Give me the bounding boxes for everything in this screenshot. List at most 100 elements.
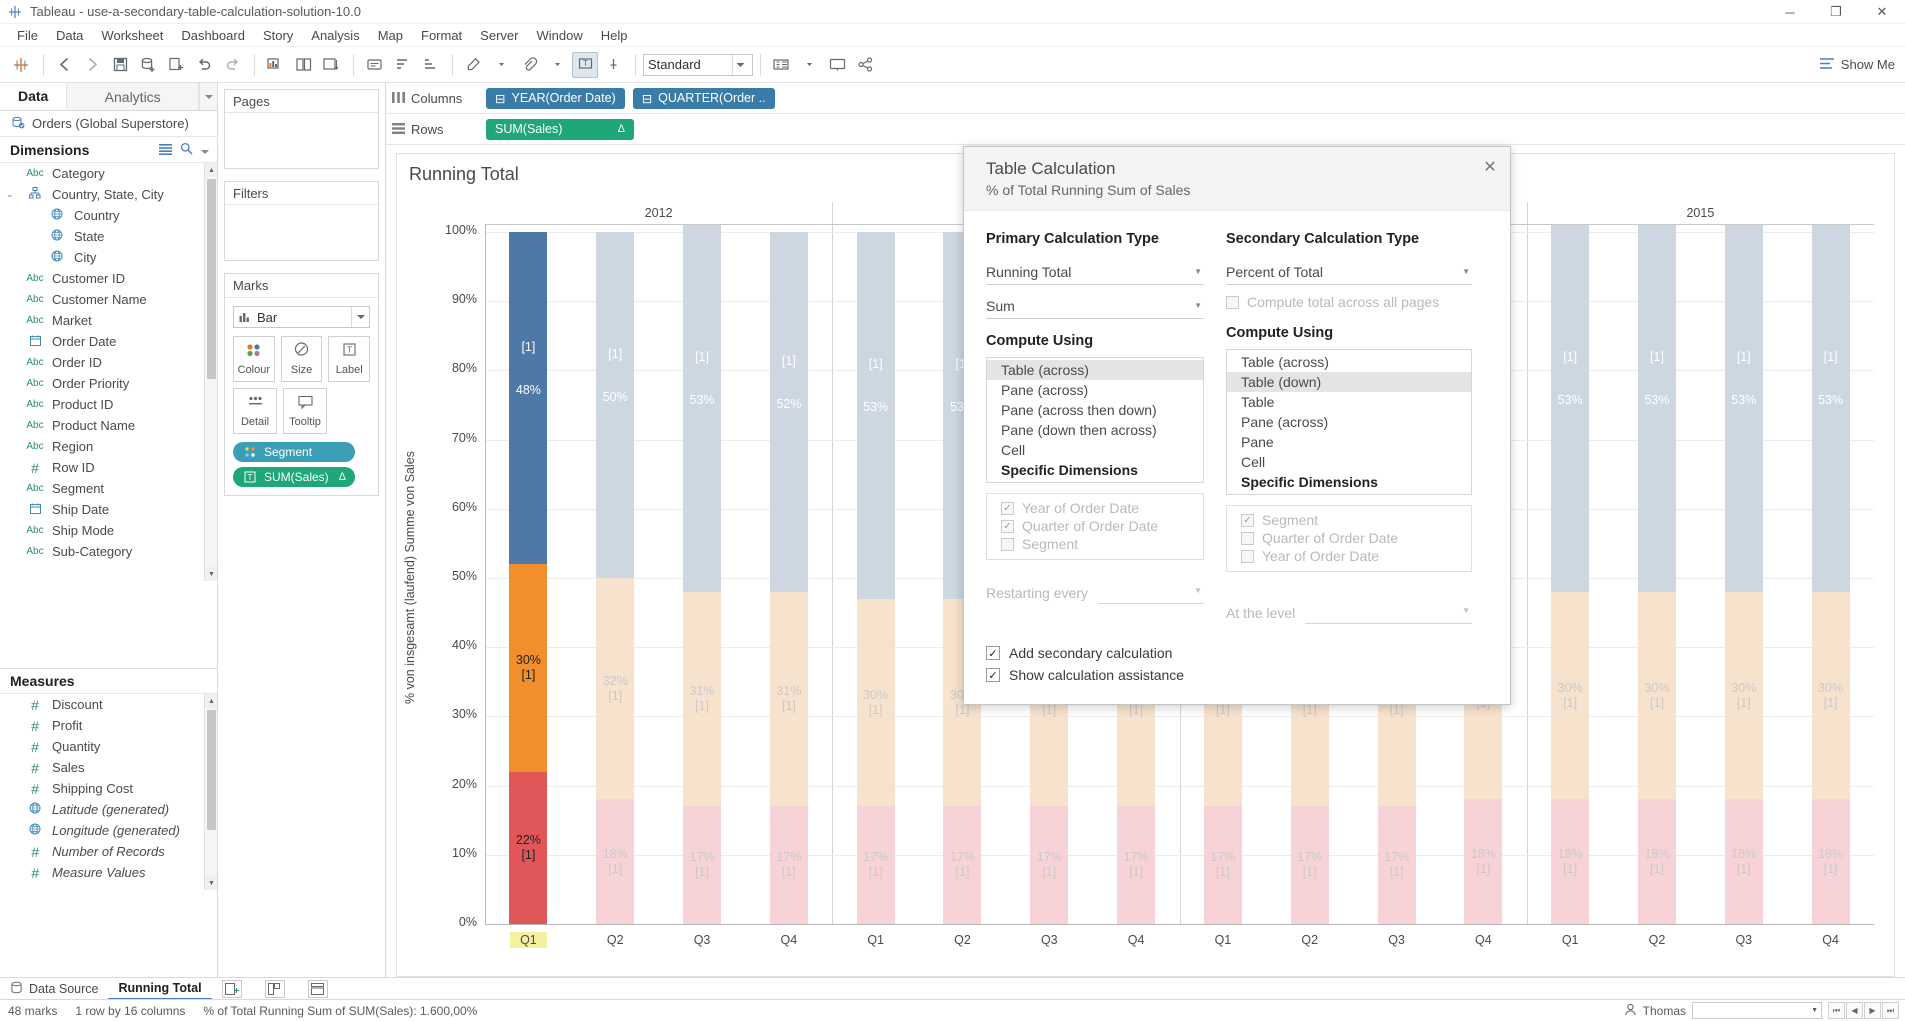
new-worksheet-tab-button[interactable] xyxy=(212,978,255,1000)
scrollbar-thumb[interactable] xyxy=(207,179,216,379)
bar-segment[interactable]: 18%[1] xyxy=(1464,799,1502,924)
marks-type-dropdown[interactable]: Bar xyxy=(233,306,370,328)
scroll-down-icon[interactable]: ▼ xyxy=(205,567,217,581)
x-axis-tick-Q2-5[interactable]: Q2 xyxy=(919,932,1006,948)
mark-pill-sum-sales[interactable]: T SUM(Sales) Δ xyxy=(233,467,355,487)
columns-pill-year-order-date[interactable]: ⊟ YEAR(Order Date) xyxy=(486,88,625,109)
bar-segment[interactable]: 30%[1] xyxy=(509,564,547,772)
bar-segment[interactable]: 31%[1] xyxy=(770,592,808,807)
status-select-dropdown[interactable]: ▼ xyxy=(1692,1002,1822,1019)
x-axis-tick-Q1-4[interactable]: Q1 xyxy=(832,932,919,948)
primary-aggregation-dropdown[interactable]: Sum ▼ xyxy=(986,293,1204,319)
nav-last-icon[interactable]: ⏭ xyxy=(1882,1002,1899,1019)
tooltip-button[interactable]: Tooltip xyxy=(283,388,327,434)
save-icon[interactable] xyxy=(107,52,133,78)
dimension-field-category[interactable]: AbcCategory xyxy=(0,163,217,184)
bar-segment[interactable]: 53%[1] xyxy=(683,225,721,592)
minimize-button[interactable]: ─ xyxy=(1767,0,1813,24)
show-labels-icon[interactable] xyxy=(361,52,387,78)
dimension-field-country[interactable]: Country xyxy=(0,205,217,226)
x-axis-tick-Q3-6[interactable]: Q3 xyxy=(1006,932,1093,948)
bar-segment[interactable]: 18%[1] xyxy=(1725,799,1763,924)
chevron-down-icon[interactable]: ▼ xyxy=(1462,267,1470,276)
x-axis-tick-Q4-7[interactable]: Q4 xyxy=(1093,932,1180,948)
scroll-up-icon[interactable]: ▲ xyxy=(205,163,217,177)
tooltip-toggle-icon[interactable]: T xyxy=(572,52,598,78)
secondary-compute-using-list[interactable]: Table (across)Table (down)TablePane (acr… xyxy=(1226,349,1472,495)
redo-icon[interactable] xyxy=(219,52,245,78)
pages-dropzone[interactable] xyxy=(225,112,378,168)
bar-segment[interactable]: 30%[1] xyxy=(1551,592,1589,800)
secondary-compute-using-option-table-across[interactable]: Table (across) xyxy=(1227,352,1471,372)
x-axis-tick-Q1-12[interactable]: Q1 xyxy=(1527,932,1614,948)
menu-file[interactable]: File xyxy=(8,26,47,45)
menu-format[interactable]: Format xyxy=(412,26,471,45)
dimension-field-country-state-city[interactable]: ⌄Country, State, City xyxy=(0,184,217,205)
add-secondary-calculation-checkbox[interactable]: Add secondary calculation xyxy=(986,642,1488,664)
new-story-tab-button[interactable] xyxy=(298,978,341,1000)
secondary-dimension-segment[interactable]: Segment xyxy=(1227,511,1471,529)
tab-analytics[interactable]: Analytics xyxy=(67,83,199,110)
forward-arrow-icon[interactable] xyxy=(79,52,105,78)
dimension-field-customer-name[interactable]: AbcCustomer Name xyxy=(0,289,217,310)
grid-view-icon[interactable] xyxy=(159,142,172,158)
primary-dimension-segment[interactable]: Segment xyxy=(987,535,1203,553)
secondary-compute-using-option-pane-across[interactable]: Pane (across) xyxy=(1227,412,1471,432)
secondary-compute-using-option-pane[interactable]: Pane xyxy=(1227,432,1471,452)
bar-segment[interactable]: 22%[1] xyxy=(509,772,547,924)
bar-segment[interactable]: 48%[1] xyxy=(509,232,547,564)
bar-segment[interactable]: 31%[1] xyxy=(683,592,721,807)
bar-segment[interactable]: 17%[1] xyxy=(770,806,808,924)
menu-window[interactable]: Window xyxy=(527,26,591,45)
bar-segment[interactable]: 52%[1] xyxy=(770,232,808,592)
x-axis-tick-Q2-1[interactable]: Q2 xyxy=(572,932,659,948)
detail-button[interactable]: Detail xyxy=(233,388,277,434)
bar-segment[interactable]: 18%[1] xyxy=(1551,799,1589,924)
year-header-2012[interactable]: 2012 xyxy=(485,206,832,220)
maximize-button[interactable]: ❐ xyxy=(1813,0,1859,24)
highlighter-icon[interactable] xyxy=(460,52,486,78)
bar-segment[interactable]: 17%[1] xyxy=(1378,806,1416,924)
dimension-field-ship-mode[interactable]: AbcShip Mode xyxy=(0,520,217,541)
primary-restarting-every[interactable]: Restarting every ▼ xyxy=(986,582,1204,604)
scrollbar-thumb[interactable] xyxy=(207,710,216,830)
primary-dimension-quarter-of-order-date[interactable]: Quarter of Order Date xyxy=(987,517,1203,535)
x-axis-tick-Q3-14[interactable]: Q3 xyxy=(1700,932,1787,948)
measure-field-number-of-records[interactable]: #Number of Records xyxy=(0,841,217,862)
search-icon[interactable] xyxy=(180,142,193,158)
bar-segment[interactable]: 50%[1] xyxy=(596,232,634,578)
datasource-row[interactable]: Orders (Global Superstore) xyxy=(0,111,217,137)
dimension-field-sub-category[interactable]: AbcSub-Category xyxy=(0,541,217,562)
fit-axis-dropdown-icon[interactable] xyxy=(796,52,822,78)
dimension-field-ship-date[interactable]: Ship Date xyxy=(0,499,217,520)
bar-segment[interactable]: 30%[1] xyxy=(1725,592,1763,800)
secondary-compute-using-option-table-down[interactable]: Table (down) xyxy=(1227,372,1471,392)
bar-segment[interactable]: 53%[1] xyxy=(1551,225,1589,592)
sheet-tab-running-total[interactable]: Running Total xyxy=(108,978,211,1000)
primary-compute-using-option-specific-dimensions[interactable]: Specific Dimensions xyxy=(987,460,1203,480)
rows-shelf[interactable]: Rows SUM(Sales) Δ xyxy=(386,114,1905,145)
dimension-field-order-priority[interactable]: AbcOrder Priority xyxy=(0,373,217,394)
bar-segment[interactable]: 17%[1] xyxy=(1030,806,1068,924)
primary-compute-using-option-table-across[interactable]: Table (across) xyxy=(987,360,1203,380)
restarting-dropdown[interactable]: ▼ xyxy=(1098,582,1204,604)
data-source-tab[interactable]: Data Source xyxy=(0,978,108,1000)
presentation-mode-icon[interactable] xyxy=(824,52,850,78)
colour-button[interactable]: Colour xyxy=(233,336,275,382)
chevron-down-icon[interactable]: ▼ xyxy=(1194,301,1202,310)
dimension-field-state[interactable]: State xyxy=(0,226,217,247)
primary-compute-using-option-pane-across-then-down[interactable]: Pane (across then down) xyxy=(987,400,1203,420)
close-button[interactable]: ✕ xyxy=(1859,0,1905,24)
dimension-field-market[interactable]: AbcMarket xyxy=(0,310,217,331)
tab-data[interactable]: Data xyxy=(0,83,67,110)
measure-field-longitude-generated[interactable]: Longitude (generated) xyxy=(0,820,217,841)
primary-compute-using-option-pane-down-then-across[interactable]: Pane (down then across) xyxy=(987,420,1203,440)
nav-next-icon[interactable]: ▶ xyxy=(1864,1002,1881,1019)
menu-analysis[interactable]: Analysis xyxy=(302,26,368,45)
new-dashboard-tab-button[interactable] xyxy=(255,978,298,1000)
x-axis-tick-Q4-11[interactable]: Q4 xyxy=(1440,932,1527,948)
dimension-field-product-id[interactable]: AbcProduct ID xyxy=(0,394,217,415)
primary-compute-using-list[interactable]: Table (across)Pane (across)Pane (across … xyxy=(986,357,1204,483)
columns-shelf[interactable]: Columns ⊟ YEAR(Order Date) ⊟ QUARTER(Ord… xyxy=(386,83,1905,114)
secondary-dimension-quarter-of-order-date[interactable]: Quarter of Order Date xyxy=(1227,529,1471,547)
